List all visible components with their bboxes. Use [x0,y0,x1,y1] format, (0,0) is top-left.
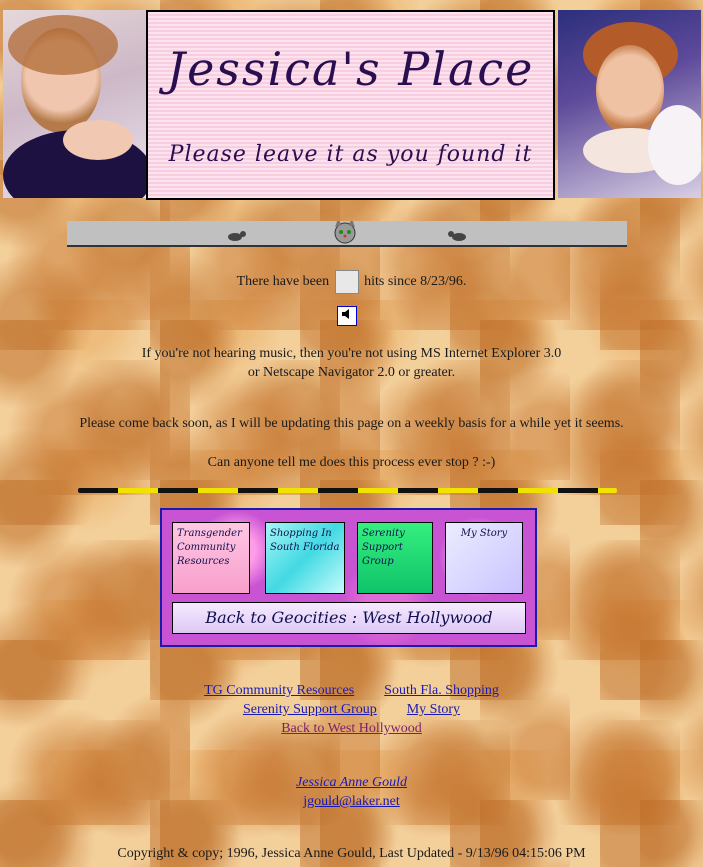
counter-prefix: There have been [236,274,330,290]
text-link-list: TG Community Resources South Fla. Shoppin… [0,681,703,738]
striped-divider [78,488,617,493]
music-notice-line2: or Netscape Navigator 2.0 or greater. [247,365,456,380]
hit-counter-line: There have been hits since 8/23/96. [0,270,703,294]
sound-icon[interactable] [337,306,357,326]
nav-tile-transgender-resources[interactable]: Transgender Community Resources [172,522,250,594]
link-south-fla-shopping[interactable]: South Fla. Shopping [384,683,499,698]
copyright-footer: Copyright & copy; 1996, Jessica Anne Gou… [117,846,586,861]
nav-tile-back-geocities[interactable]: Back to Geocities : West Hollywood [172,602,526,634]
nav-tile-serenity[interactable]: Serenity Support Group [357,522,433,594]
question-message: Can anyone tell me does this process eve… [207,455,496,470]
cat-face-icon [334,219,356,244]
author-name-link[interactable]: Jessica Anne Gould [296,775,407,790]
author-email-link[interactable]: jgould@laker.net [303,794,399,809]
author-block: Jessica Anne Gould jgould@laker.net [0,773,703,811]
navigation-image-map: Transgender Community Resources Shopping… [160,508,537,647]
small-cat-icon-right [448,231,466,241]
link-serenity-support[interactable]: Serenity Support Group [243,702,377,717]
cat-icon-row [228,219,466,244]
counter-image-icon [334,270,359,294]
link-tg-community[interactable]: TG Community Resources [204,683,354,698]
update-message: Please come back soon, as I will be upda… [79,416,624,431]
site-title: Jessica's Place [166,42,535,96]
counter-suffix: hits since 8/23/96. [364,274,467,290]
music-notice: If you're not hearing music, then you're… [0,344,703,382]
nav-tile-my-story[interactable]: My Story [445,522,523,594]
cat-divider-bar [67,219,627,247]
portrait-right [558,10,701,198]
link-back-west-hollywood[interactable]: Back to West Hollywood [281,721,422,736]
music-notice-line1: If you're not hearing music, then you're… [141,346,562,361]
link-my-story[interactable]: My Story [407,702,460,717]
header-banner: Jessica's Place Please leave it as you f… [146,10,555,200]
portrait-left [3,10,146,198]
small-cat-icon-left [228,231,246,241]
site-subtitle: Please leave it as you found it [168,142,533,167]
nav-tile-shopping[interactable]: Shopping In South Florida [265,522,345,594]
